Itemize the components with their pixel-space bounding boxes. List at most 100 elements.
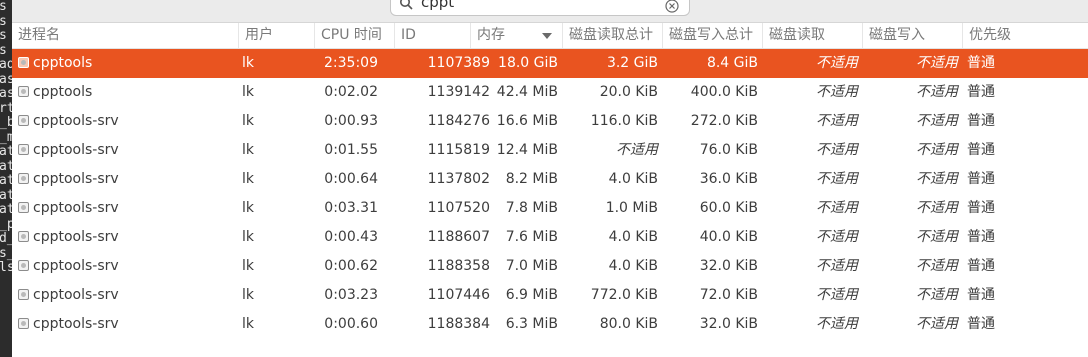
search-icon bbox=[399, 0, 415, 12]
search-field[interactable] bbox=[390, 0, 690, 16]
process-icon bbox=[18, 289, 29, 300]
process-disk-read: 不适用 bbox=[816, 200, 858, 216]
process-priority: 普通 bbox=[967, 113, 995, 129]
table-row[interactable]: cpptools-srv lk 0:00.62 1188358 7.0 MiB 4.0 K… bbox=[12, 252, 1088, 281]
sort-descending-icon bbox=[542, 33, 552, 39]
column-header-disk-read-total[interactable]: 磁盘读取总计 bbox=[562, 23, 662, 48]
process-disk-write-total: 272.0 KiB bbox=[690, 113, 758, 129]
process-disk-read-total: 不适用 bbox=[616, 142, 658, 158]
table-row[interactable]: cpptools-srv lk 0:01.55 1115819 12.4 MiB 不适用 7… bbox=[12, 136, 1088, 165]
process-memory: 8.2 MiB bbox=[505, 171, 558, 187]
process-user: lk bbox=[242, 84, 254, 100]
terminal-line: s bbox=[0, 13, 7, 29]
process-disk-write: 不适用 bbox=[916, 229, 958, 245]
search-input[interactable] bbox=[421, 0, 651, 13]
terminal-line: _m bbox=[0, 129, 12, 145]
table-row[interactable]: cpptools-srv lk 0:00.60 1188384 6.3 MiB 80.0 … bbox=[12, 310, 1088, 339]
process-disk-write: 不适用 bbox=[916, 316, 958, 332]
process-disk-read: 不适用 bbox=[816, 287, 858, 303]
process-memory: 6.9 MiB bbox=[505, 287, 558, 303]
process-disk-read: 不适用 bbox=[816, 113, 858, 129]
process-memory: 42.4 MiB bbox=[496, 84, 558, 100]
column-header-name[interactable]: 进程名 bbox=[12, 23, 238, 48]
process-disk-write-total: 72.0 KiB bbox=[699, 287, 758, 303]
process-user: lk bbox=[242, 229, 254, 245]
process-priority: 普通 bbox=[967, 84, 995, 100]
table-row[interactable]: cpptools lk 2:35:09 1107389 18.0 GiB 3.2 GiB 8… bbox=[12, 49, 1088, 78]
terminal-line: ls bbox=[0, 260, 12, 275]
process-icon bbox=[18, 231, 29, 242]
process-disk-read: 不适用 bbox=[816, 142, 858, 158]
terminal-line: at bbox=[0, 187, 12, 203]
process-name: cpptools-srv bbox=[33, 113, 119, 129]
process-disk-write-total: 400.0 KiB bbox=[690, 84, 758, 100]
process-name: cpptools-srv bbox=[33, 171, 119, 187]
terminal-line: rt bbox=[0, 100, 12, 116]
process-priority: 普通 bbox=[967, 258, 995, 274]
process-icon bbox=[18, 318, 29, 329]
process-disk-write-total: 32.0 KiB bbox=[699, 316, 758, 332]
process-disk-read-total: 4.0 KiB bbox=[608, 171, 658, 187]
process-disk-read-total: 1.0 MiB bbox=[605, 200, 658, 216]
table-row[interactable]: cpptools lk 0:02.02 1139142 42.4 MiB 20.0 KiB… bbox=[12, 78, 1088, 107]
process-disk-write: 不适用 bbox=[916, 200, 958, 216]
column-header-memory[interactable]: 内存 bbox=[470, 23, 562, 48]
process-disk-read-total: 772.0 KiB bbox=[590, 287, 658, 303]
column-header-disk-read[interactable]: 磁盘读取 bbox=[762, 23, 862, 48]
process-priority: 普通 bbox=[967, 287, 995, 303]
process-disk-write: 不适用 bbox=[916, 287, 958, 303]
process-cpu-time: 2:35:09 bbox=[324, 55, 378, 71]
process-memory: 18.0 GiB bbox=[498, 55, 558, 71]
column-header-cpu-time[interactable]: CPU 时间 bbox=[314, 23, 394, 48]
process-icon bbox=[18, 173, 29, 184]
terminal-line: s_ bbox=[0, 245, 12, 261]
column-header-user[interactable]: 用户 bbox=[238, 23, 314, 48]
process-cpu-time: 0:01.55 bbox=[324, 142, 378, 158]
process-user: lk bbox=[242, 55, 254, 71]
background-terminal: ssssadasasrt_b_matatatatat_pd_s_ls bbox=[0, 0, 12, 357]
terminal-line: as bbox=[0, 86, 12, 101]
terminal-line: _p bbox=[0, 216, 12, 232]
table-row[interactable]: cpptools-srv lk 0:00.43 1188607 7.6 MiB 4.0 K… bbox=[12, 223, 1088, 252]
column-header-priority[interactable]: 优先级 bbox=[962, 23, 1088, 48]
process-priority: 普通 bbox=[967, 171, 995, 187]
column-header-disk-write[interactable]: 磁盘写入 bbox=[862, 23, 962, 48]
process-memory: 16.6 MiB bbox=[496, 113, 558, 129]
terminal-line: at bbox=[0, 173, 12, 188]
process-cpu-time: 0:00.43 bbox=[324, 229, 378, 245]
process-disk-write: 不适用 bbox=[916, 171, 958, 187]
process-priority: 普通 bbox=[967, 229, 995, 245]
process-cpu-time: 0:00.60 bbox=[324, 316, 378, 332]
process-disk-write-total: 8.4 GiB bbox=[706, 55, 758, 71]
process-memory: 7.8 MiB bbox=[505, 200, 558, 216]
table-row[interactable]: cpptools-srv lk 0:00.93 1184276 16.6 MiB 116.… bbox=[12, 107, 1088, 136]
process-priority: 普通 bbox=[967, 200, 995, 216]
terminal-line: d_ bbox=[0, 231, 12, 246]
terminal-line: at bbox=[0, 158, 12, 174]
process-name: cpptools bbox=[33, 84, 93, 100]
table-row[interactable]: cpptools-srv lk 0:03.23 1107446 6.9 MiB 772.0… bbox=[12, 281, 1088, 310]
process-cpu-time: 0:03.31 bbox=[324, 200, 378, 216]
process-disk-write: 不适用 bbox=[916, 258, 958, 274]
process-memory: 6.3 MiB bbox=[505, 316, 558, 332]
table-row[interactable]: cpptools-srv lk 0:03.31 1107520 7.8 MiB 1.0 M… bbox=[12, 194, 1088, 223]
process-name: cpptools bbox=[33, 55, 93, 71]
clear-search-icon[interactable] bbox=[665, 0, 681, 15]
column-header-id[interactable]: ID bbox=[394, 23, 470, 48]
table-row[interactable]: cpptools-srv lk 0:00.64 1137802 8.2 MiB 4.0 K… bbox=[12, 165, 1088, 194]
process-disk-write: 不适用 bbox=[916, 113, 958, 129]
process-disk-read: 不适用 bbox=[816, 55, 858, 71]
process-cpu-time: 0:03.23 bbox=[324, 287, 378, 303]
process-disk-read: 不适用 bbox=[816, 258, 858, 274]
process-disk-write-total: 60.0 KiB bbox=[699, 200, 758, 216]
process-name: cpptools-srv bbox=[33, 142, 119, 158]
process-disk-read-total: 3.2 GiB bbox=[606, 55, 658, 71]
process-cpu-time: 0:02.02 bbox=[324, 84, 378, 100]
process-user: lk bbox=[242, 142, 254, 158]
process-user: lk bbox=[242, 171, 254, 187]
process-name: cpptools-srv bbox=[33, 200, 119, 216]
process-icon bbox=[18, 144, 29, 155]
column-header-disk-write-total[interactable]: 磁盘写入总计 bbox=[662, 23, 762, 48]
terminal-line: _b bbox=[0, 115, 12, 130]
header-bar bbox=[12, 0, 1088, 23]
